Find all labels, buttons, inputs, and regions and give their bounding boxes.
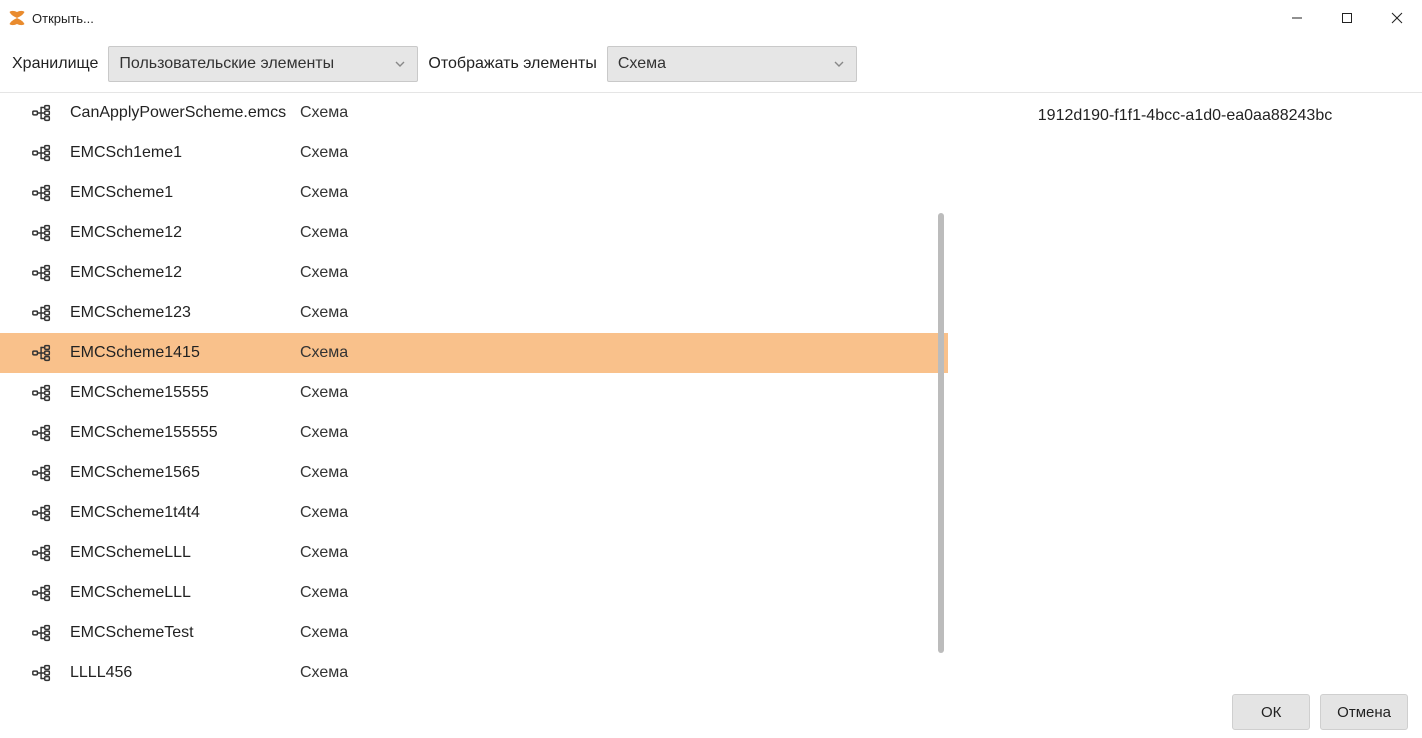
storage-label: Хранилище (12, 55, 98, 73)
cancel-button[interactable]: Отмена (1320, 694, 1408, 730)
list-item-name: EMCSchemeLLL (54, 544, 300, 562)
list-item-name: LLLL456 (54, 664, 300, 682)
scheme-icon (30, 301, 54, 325)
list-item[interactable]: EMCScheme1565Схема (0, 453, 948, 493)
scheme-icon (30, 221, 54, 245)
list-item-type: Схема (300, 584, 348, 602)
chevron-down-icon (393, 57, 407, 71)
app-icon (8, 9, 26, 27)
list-item[interactable]: EMCScheme155555Схема (0, 413, 948, 453)
scheme-icon (30, 421, 54, 445)
list-item-type: Схема (300, 464, 348, 482)
scheme-icon (30, 181, 54, 205)
titlebar: Открыть... (0, 0, 1422, 36)
list-item[interactable]: LLLL456Схема (0, 653, 948, 686)
scheme-icon (30, 341, 54, 365)
scheme-icon (30, 141, 54, 165)
scheme-icon (30, 381, 54, 405)
list-item[interactable]: EMCSchemeLLLСхема (0, 533, 948, 573)
list-item-name: EMCSch1eme1 (54, 144, 300, 162)
storage-dropdown-value: Пользовательские элементы (119, 55, 334, 73)
list-item[interactable]: CanApplyPowerScheme.emcsСхема (0, 93, 948, 133)
close-button[interactable] (1372, 0, 1422, 36)
list-item-name: EMCScheme12 (54, 224, 300, 242)
list-item-name: EMCScheme1 (54, 184, 300, 202)
list-item-name: EMCScheme15555 (54, 384, 300, 402)
scheme-icon (30, 501, 54, 525)
list-item-type: Схема (300, 344, 348, 362)
list-item[interactable]: EMCScheme1Схема (0, 173, 948, 213)
window-title: Открыть... (32, 11, 94, 26)
list-item-type: Схема (300, 664, 348, 682)
scheme-icon (30, 581, 54, 605)
footer: ОК Отмена (0, 686, 1422, 738)
list-item-name: EMCScheme155555 (54, 424, 300, 442)
list-item[interactable]: EMCScheme1415Схема (0, 333, 948, 373)
list-item[interactable]: EMCSchemeTestСхема (0, 613, 948, 653)
main-area: CanApplyPowerScheme.emcsСхема EMCSch1eme… (0, 92, 1422, 686)
minimize-button[interactable] (1272, 0, 1322, 36)
list-item[interactable]: EMCScheme12Схема (0, 253, 948, 293)
list-item-type: Схема (300, 544, 348, 562)
list-item[interactable]: EMCScheme15555Схема (0, 373, 948, 413)
list-item-type: Схема (300, 624, 348, 642)
list-item-name: EMCScheme1415 (54, 344, 300, 362)
list-item-type: Схема (300, 424, 348, 442)
scheme-icon (30, 661, 54, 685)
scheme-icon (30, 101, 54, 125)
list-item-type: Схема (300, 144, 348, 162)
item-list-wrap: CanApplyPowerScheme.emcsСхема EMCSch1eme… (0, 93, 948, 686)
list-item-type: Схема (300, 384, 348, 402)
list-item-type: Схема (300, 104, 348, 122)
chevron-down-icon (832, 57, 846, 71)
list-item-type: Схема (300, 224, 348, 242)
scheme-icon (30, 621, 54, 645)
scheme-icon (30, 541, 54, 565)
list-item-type: Схема (300, 304, 348, 322)
titlebar-left: Открыть... (8, 9, 94, 27)
list-item[interactable]: EMCSchemeLLLСхема (0, 573, 948, 613)
display-dropdown-value: Схема (618, 55, 666, 73)
list-item-name: EMCScheme1t4t4 (54, 504, 300, 522)
list-item-type: Схема (300, 504, 348, 522)
list-item-name: EMCScheme123 (54, 304, 300, 322)
item-list[interactable]: CanApplyPowerScheme.emcsСхема EMCSch1eme… (0, 93, 948, 686)
display-dropdown[interactable]: Схема (607, 46, 857, 82)
scrollbar-thumb[interactable] (938, 213, 944, 653)
list-item[interactable]: EMCSch1eme1Схема (0, 133, 948, 173)
scheme-icon (30, 461, 54, 485)
list-item-type: Схема (300, 184, 348, 202)
list-item[interactable]: EMCScheme1t4t4Схема (0, 493, 948, 533)
maximize-button[interactable] (1322, 0, 1372, 36)
window-controls (1272, 0, 1422, 36)
list-item-name: EMCScheme12 (54, 264, 300, 282)
toolbar: Хранилище Пользовательские элементы Отоб… (0, 36, 1422, 92)
ok-button[interactable]: ОК (1232, 694, 1310, 730)
scheme-icon (30, 261, 54, 285)
display-label: Отображать элементы (428, 55, 596, 73)
preview-panel: 1912d190-f1f1-4bcc-a1d0-ea0aa88243bc (948, 93, 1422, 686)
list-item-name: EMCSchemeTest (54, 624, 300, 642)
list-item-name: EMCSchemeLLL (54, 584, 300, 602)
list-item-type: Схема (300, 264, 348, 282)
list-item[interactable]: EMCScheme123Схема (0, 293, 948, 333)
list-item-name: CanApplyPowerScheme.emcs (54, 104, 300, 122)
list-item-name: EMCScheme1565 (54, 464, 300, 482)
preview-id-text: 1912d190-f1f1-4bcc-a1d0-ea0aa88243bc (968, 107, 1402, 125)
list-item[interactable]: EMCScheme12Схема (0, 213, 948, 253)
storage-dropdown[interactable]: Пользовательские элементы (108, 46, 418, 82)
